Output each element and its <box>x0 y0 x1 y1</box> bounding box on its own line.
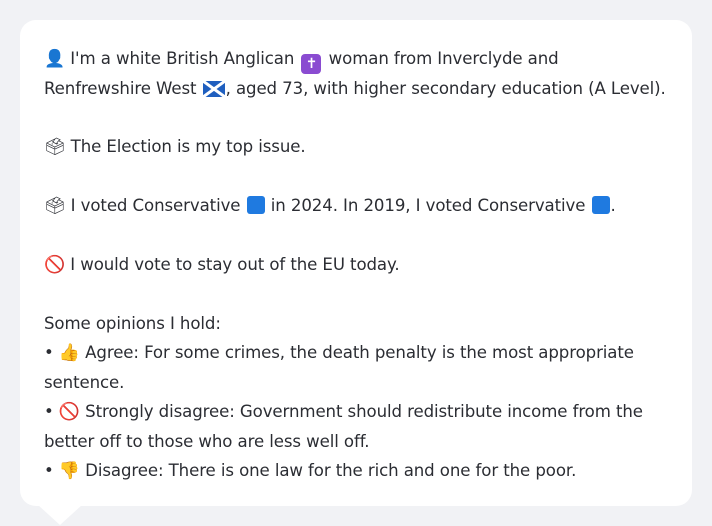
opinions-heading: Some opinions I hold: <box>44 314 221 333</box>
persona-card: 👤 I'm a white British Anglican ✝ woman f… <box>20 20 692 506</box>
eu-text: I would vote to stay out of the EU today… <box>70 255 400 274</box>
opinion-text: Agree: For some crimes, the death penalt… <box>44 343 634 392</box>
issue-line: 🗳 The Election is my top issue. <box>44 132 668 162</box>
scotland-flag-icon <box>202 81 225 97</box>
prohibited-icon: 🚫 <box>58 402 80 422</box>
votes-text-c: . <box>610 196 616 215</box>
opinion-text: Strongly disagree: Government should red… <box>44 402 643 451</box>
votes-line: 🗳 I voted Conservative in 2024. In 2019,… <box>44 191 668 221</box>
opinion-item: • 🚫 Strongly disagree: Government should… <box>44 397 668 456</box>
bullet: • <box>44 461 54 480</box>
conservative-blue-square-icon <box>591 196 610 214</box>
cross-icon: ✝ <box>301 54 322 74</box>
votes-text-a: I voted Conservative <box>70 196 241 215</box>
opinion-text: Disagree: There is one law for the rich … <box>85 461 577 480</box>
ballot-box-icon: 🗳 <box>44 137 66 157</box>
speech-bubble-tail <box>38 505 82 525</box>
bullet: • <box>44 402 54 421</box>
profile-text-a: I'm a white British Anglican <box>70 49 295 68</box>
profile-line: 👤 I'm a white British Anglican ✝ woman f… <box>44 44 668 103</box>
thumbs-up-icon: 👍 <box>58 343 80 363</box>
eu-line: 🚫 I would vote to stay out of the EU tod… <box>44 250 668 280</box>
votes-text-b: in 2024. In 2019, I voted Conservative <box>270 196 586 215</box>
opinion-item: • 👍 Agree: For some crimes, the death pe… <box>44 338 668 397</box>
thumbs-down-icon: 👎 <box>58 461 80 481</box>
bullet: • <box>44 343 54 362</box>
conservative-blue-square-icon <box>246 196 265 214</box>
ballot-box-icon: 🗳 <box>44 196 66 216</box>
person-icon: 👤 <box>44 49 66 69</box>
opinion-item: • 👎 Disagree: There is one law for the r… <box>44 456 668 486</box>
prohibited-icon: 🚫 <box>44 255 66 275</box>
profile-text-c: , aged 73, with higher secondary educati… <box>225 79 666 98</box>
issue-text: The Election is my top issue. <box>70 137 306 156</box>
